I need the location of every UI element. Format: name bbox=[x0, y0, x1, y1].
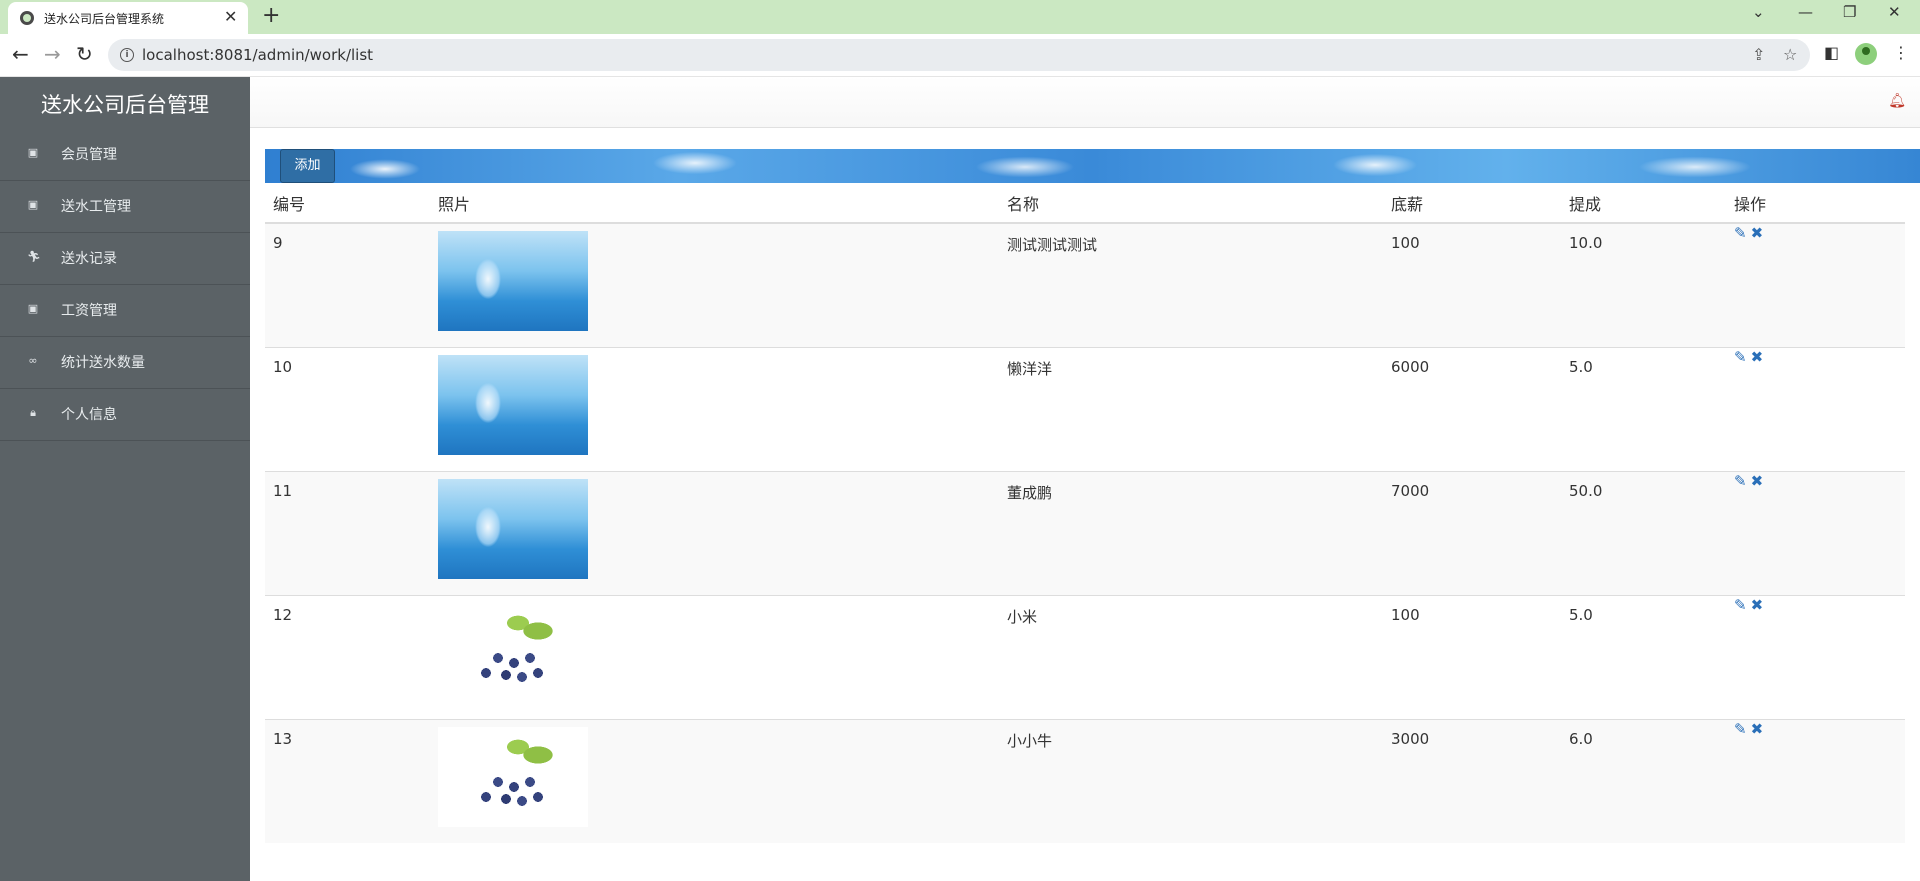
browser-tabbar: 送水公司后台管理系统 ✕ + ⌄ — ❐ ✕ bbox=[0, 0, 1920, 34]
grapes-photo bbox=[438, 727, 588, 827]
reload-icon[interactable]: ↻ bbox=[76, 42, 93, 66]
address-bar[interactable]: i localhost:8081/admin/work/list ⇪ ☆ bbox=[108, 39, 1810, 71]
header-photo: 照片 bbox=[430, 183, 999, 224]
bookmark-star-icon[interactable]: ☆ bbox=[1783, 45, 1797, 64]
back-icon[interactable]: ← bbox=[12, 42, 29, 66]
bell-icon[interactable]: 🔔︎ bbox=[1888, 93, 1906, 109]
sidebar-item-profile[interactable]: 🔒︎ 个人信息 bbox=[0, 389, 250, 441]
cell-name: 懒洋洋 bbox=[1007, 360, 1053, 378]
cell-commission: 5.0 bbox=[1569, 606, 1593, 624]
header-commission: 提成 bbox=[1561, 183, 1726, 224]
sidebar-item-statistics[interactable]: ∞ 统计送水数量 bbox=[0, 337, 250, 389]
delete-icon[interactable]: ✖ bbox=[1751, 720, 1764, 738]
sidebar-item-members[interactable]: ▣ 会员管理 bbox=[0, 129, 250, 181]
header-base-salary: 底薪 bbox=[1383, 183, 1561, 224]
voicemail-icon: ∞ bbox=[28, 354, 38, 367]
water-bottle-photo bbox=[438, 231, 588, 331]
edit-icon[interactable]: ✎ bbox=[1734, 472, 1747, 490]
water-bottle-photo bbox=[438, 355, 588, 455]
water-bottle-photo bbox=[438, 479, 588, 579]
list-alt-icon: ▣ bbox=[27, 146, 39, 159]
cell-id: 9 bbox=[273, 234, 283, 252]
worker-table: 编号 照片 名称 底薪 提成 操作 9 测试测试测试 100 10.0 ✎ ✖ 1… bbox=[265, 183, 1905, 843]
delete-icon[interactable]: ✖ bbox=[1751, 472, 1764, 490]
cell-commission: 10.0 bbox=[1569, 234, 1603, 252]
table-row: 13 小小牛 3000 6.0 ✎ ✖ bbox=[265, 719, 1905, 843]
running-icon: 🏃︎ bbox=[27, 250, 41, 263]
table-row: 11 董成鹏 7000 50.0 ✎ ✖ bbox=[265, 471, 1905, 596]
sidebar-item-workers[interactable]: ▣ 送水工管理 bbox=[0, 181, 250, 233]
cell-id: 13 bbox=[273, 730, 293, 748]
globe-icon bbox=[20, 11, 34, 25]
delete-icon[interactable]: ✖ bbox=[1751, 224, 1764, 242]
minimize-icon[interactable]: — bbox=[1798, 3, 1813, 21]
cell-id: 12 bbox=[273, 606, 293, 624]
sidebar: 送水公司后台管理 ▣ 会员管理 ▣ 送水工管理 🏃︎ 送水记录 ▣ 工资管理 ∞… bbox=[0, 77, 250, 881]
sidebar-item-label: 统计送水数量 bbox=[61, 355, 145, 371]
cell-base-salary: 100 bbox=[1391, 234, 1420, 252]
edit-icon[interactable]: ✎ bbox=[1734, 348, 1747, 366]
table-row: 10 懒洋洋 6000 5.0 ✎ ✖ bbox=[265, 347, 1905, 472]
edit-icon[interactable]: ✎ bbox=[1734, 224, 1747, 242]
list-alt-icon: ▣ bbox=[27, 198, 39, 211]
restore-icon[interactable]: ❐ bbox=[1843, 3, 1856, 21]
new-tab-icon[interactable]: + bbox=[262, 3, 280, 28]
table-row: 9 测试测试测试 100 10.0 ✎ ✖ bbox=[265, 222, 1905, 348]
list-alt-icon: ▣ bbox=[27, 302, 39, 315]
browser-toolbar: ← → ↻ i localhost:8081/admin/work/list ⇪… bbox=[0, 34, 1920, 77]
cell-base-salary: 100 bbox=[1391, 606, 1420, 624]
tab-title: 送水公司后台管理系统 bbox=[44, 12, 165, 26]
header-name: 名称 bbox=[999, 183, 1383, 224]
delete-icon[interactable]: ✖ bbox=[1751, 348, 1764, 366]
header-id: 编号 bbox=[265, 183, 430, 224]
cell-id: 11 bbox=[273, 482, 293, 500]
header-actions: 操作 bbox=[1726, 183, 1905, 224]
sidebar-item-label: 送水记录 bbox=[61, 251, 117, 267]
url-text: localhost:8081/admin/work/list bbox=[142, 46, 374, 64]
cell-base-salary: 3000 bbox=[1391, 730, 1430, 748]
top-header: 🔔︎ bbox=[250, 77, 1920, 128]
cell-name: 小小牛 bbox=[1007, 732, 1053, 750]
cell-commission: 5.0 bbox=[1569, 358, 1593, 376]
sidebar-item-label: 个人信息 bbox=[61, 407, 117, 423]
sidebar-item-delivery-records[interactable]: 🏃︎ 送水记录 bbox=[0, 233, 250, 285]
add-button[interactable]: 添加 bbox=[280, 149, 335, 183]
sidebar-item-label: 送水工管理 bbox=[61, 199, 131, 215]
edit-icon[interactable]: ✎ bbox=[1734, 720, 1747, 738]
cell-id: 10 bbox=[273, 358, 293, 376]
share-icon[interactable]: ⇪ bbox=[1752, 45, 1765, 64]
cell-commission: 6.0 bbox=[1569, 730, 1593, 748]
profile-avatar[interactable] bbox=[1855, 43, 1877, 65]
menu-kebab-icon[interactable]: ⋮ bbox=[1893, 43, 1909, 62]
delete-icon[interactable]: ✖ bbox=[1751, 596, 1764, 614]
side-panel-icon[interactable]: ◧ bbox=[1824, 43, 1839, 62]
sky-banner bbox=[265, 149, 1920, 183]
info-icon[interactable]: i bbox=[120, 48, 134, 62]
cell-name: 小米 bbox=[1007, 608, 1038, 626]
forward-icon[interactable]: → bbox=[44, 42, 61, 66]
cell-name: 测试测试测试 bbox=[1007, 236, 1098, 254]
sidebar-menu: ▣ 会员管理 ▣ 送水工管理 🏃︎ 送水记录 ▣ 工资管理 ∞ 统计送水数量 🔒… bbox=[0, 129, 250, 441]
edit-icon[interactable]: ✎ bbox=[1734, 596, 1747, 614]
cell-base-salary: 6000 bbox=[1391, 358, 1430, 376]
cell-name: 董成鹏 bbox=[1007, 484, 1053, 502]
cell-base-salary: 7000 bbox=[1391, 482, 1430, 500]
table-row: 12 小米 100 5.0 ✎ ✖ bbox=[265, 595, 1905, 720]
close-tab-icon[interactable]: ✕ bbox=[224, 7, 237, 26]
window-close-icon[interactable]: ✕ bbox=[1888, 3, 1901, 21]
table-header-row: 编号 照片 名称 底薪 提成 操作 bbox=[265, 183, 1905, 224]
sidebar-item-label: 工资管理 bbox=[61, 303, 117, 319]
cell-commission: 50.0 bbox=[1569, 482, 1603, 500]
tab-search-icon[interactable]: ⌄ bbox=[1752, 3, 1765, 21]
grapes-photo bbox=[438, 603, 588, 703]
brand-title: 送水公司后台管理 bbox=[41, 93, 209, 117]
sidebar-item-label: 会员管理 bbox=[61, 147, 117, 163]
lock-icon: 🔒︎ bbox=[30, 406, 36, 419]
browser-tab[interactable]: 送水公司后台管理系统 ✕ bbox=[8, 2, 248, 34]
sidebar-item-salary[interactable]: ▣ 工资管理 bbox=[0, 285, 250, 337]
